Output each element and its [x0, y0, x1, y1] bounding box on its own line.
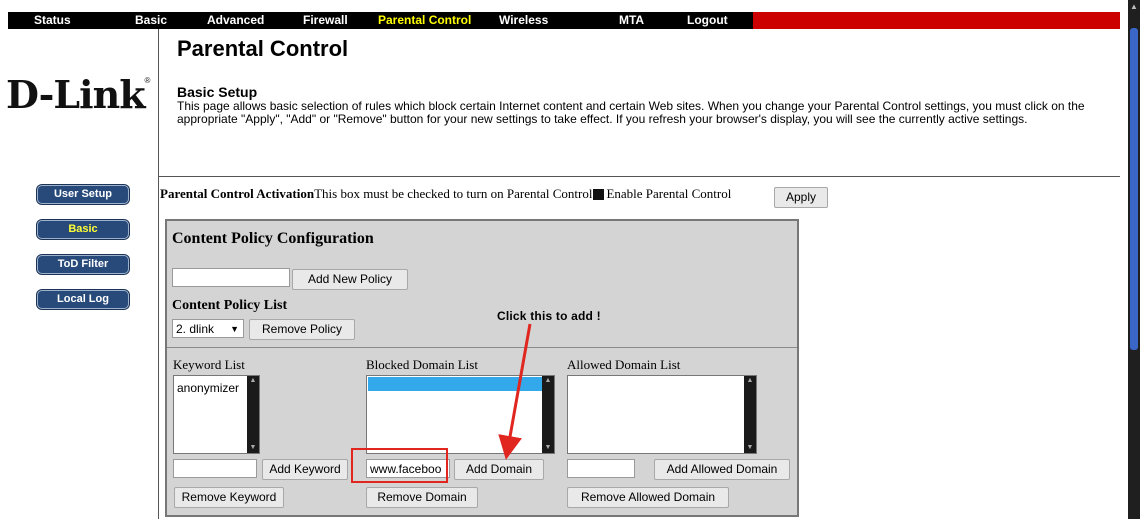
- highlight-box: [351, 448, 448, 483]
- annotation-arrow-icon: [498, 323, 532, 460]
